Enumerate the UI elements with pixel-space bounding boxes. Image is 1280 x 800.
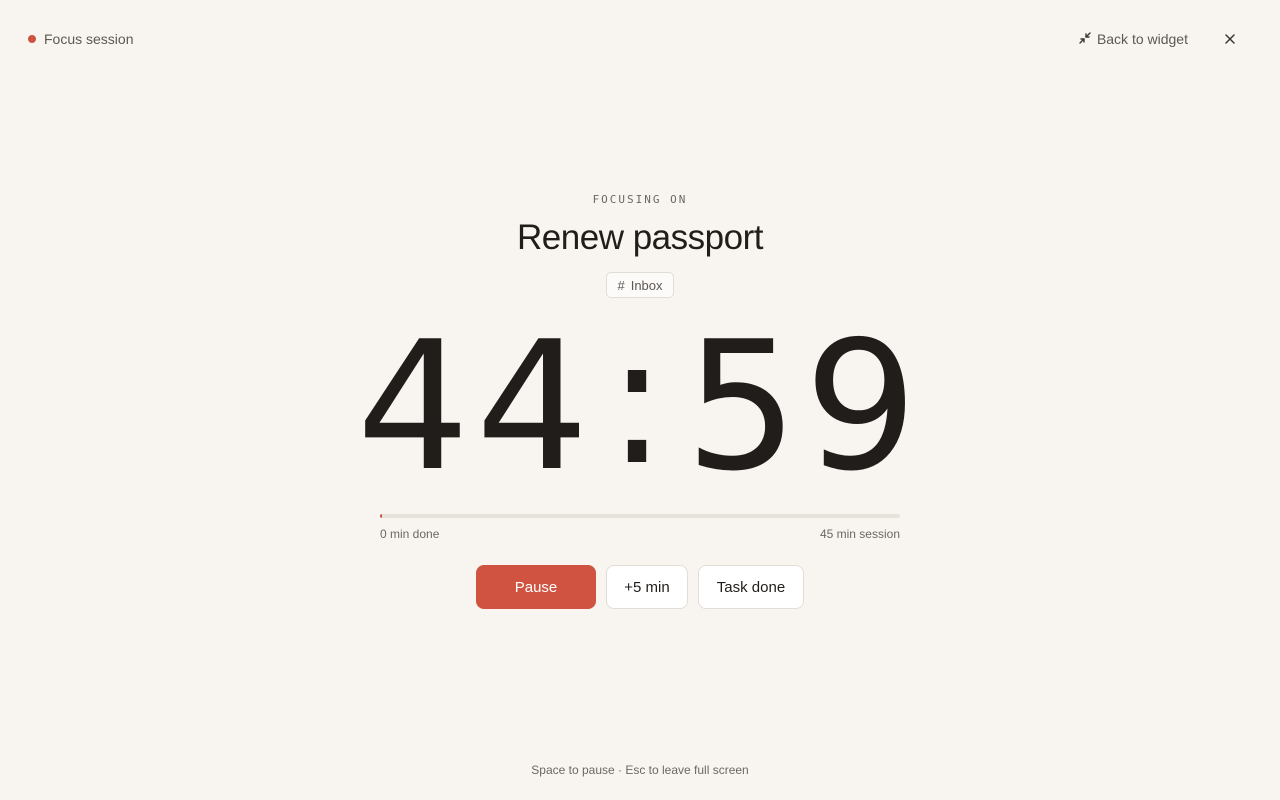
- keyboard-hint: Space to pause · Esc to leave full scree…: [531, 763, 749, 777]
- recording-dot-icon: [28, 35, 36, 43]
- task-title: Renew passport: [517, 218, 763, 257]
- close-icon: [1225, 34, 1235, 44]
- session-progress-bar: [380, 514, 900, 518]
- add-five-minutes-button[interactable]: +5 min: [606, 565, 688, 609]
- session-label: Focus session: [44, 31, 134, 47]
- back-to-widget-label: Back to widget: [1096, 31, 1188, 47]
- hash-icon: #: [617, 277, 625, 293]
- progress-session-label: 45 min session: [819, 527, 900, 541]
- task-done-button[interactable]: Task done: [698, 565, 804, 609]
- collapse-arrows-icon: [1079, 31, 1091, 47]
- close-button[interactable]: [1220, 29, 1240, 49]
- session-progress-fill: [380, 514, 383, 518]
- countdown-timer: 44 : 59: [0, 303, 1280, 510]
- timer-seconds: 59: [684, 303, 924, 510]
- back-to-widget-button[interactable]: Back to widget: [1079, 31, 1188, 47]
- project-tag-label: Inbox: [630, 277, 663, 293]
- session-indicator: Focus session: [28, 31, 133, 47]
- focusing-on-label: FOCUSING ON: [592, 193, 688, 206]
- focus-session-screen: Focus session Back to widget FOCUSING ON…: [0, 0, 1280, 800]
- pause-button[interactable]: Pause: [476, 565, 596, 609]
- top-actions: Back to widget: [1079, 29, 1240, 49]
- tag-wrapper: # Inbox: [0, 272, 1280, 298]
- project-tag[interactable]: # Inbox: [606, 272, 674, 298]
- progress-done-label: 0 min done: [380, 527, 440, 541]
- session-controls: Pause +5 min Task done: [0, 565, 1280, 609]
- timer-minutes: 44: [356, 303, 595, 510]
- timer-separator: :: [607, 297, 673, 504]
